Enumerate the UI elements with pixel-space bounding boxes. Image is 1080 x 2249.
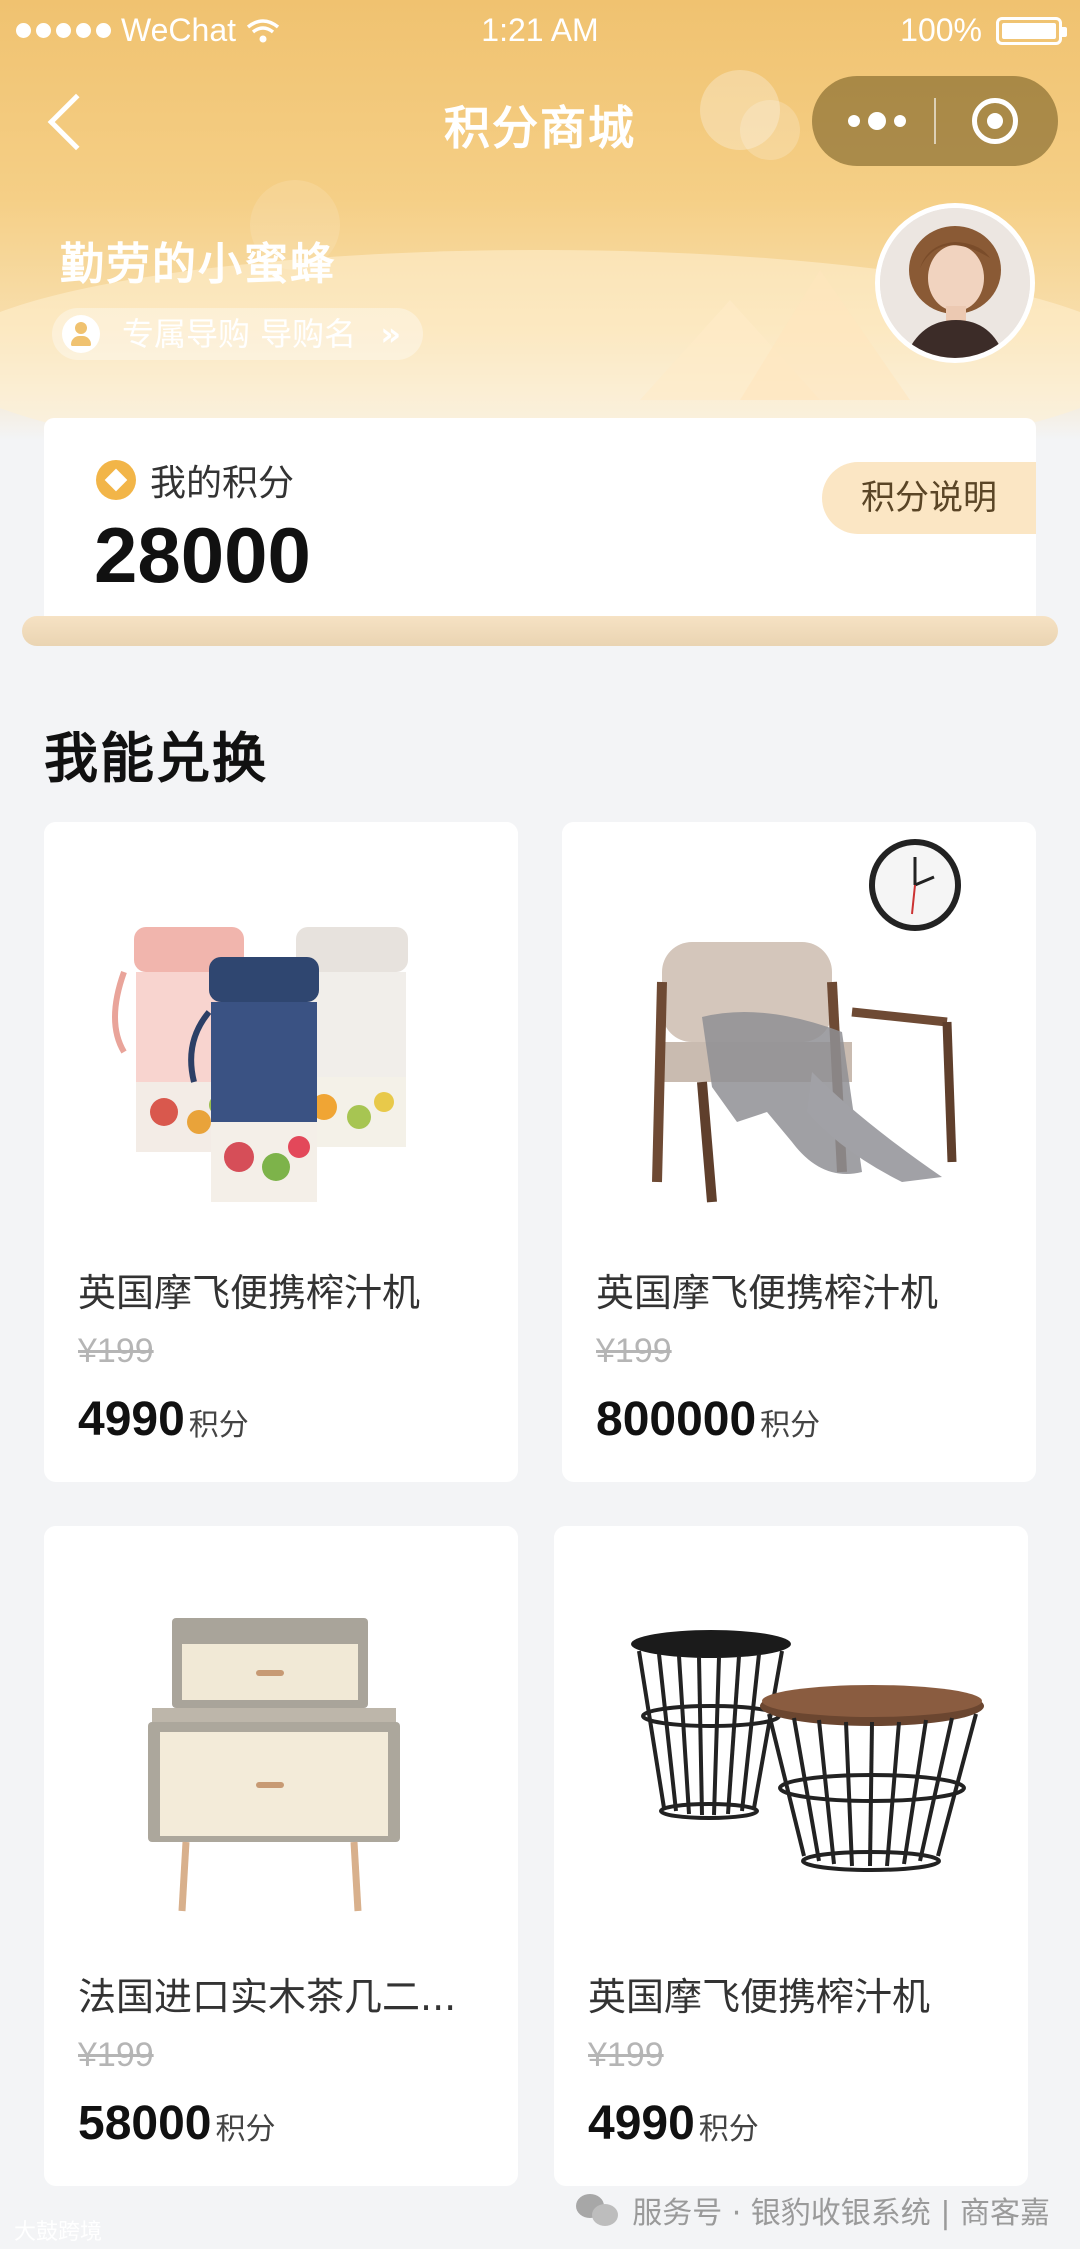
product-card[interactable]: 法国进口实木茶几二... ¥199 58000 积分 (44, 1526, 518, 2186)
points-coin-icon (96, 460, 136, 500)
points-card: 我的积分 28000 积分说明 (44, 418, 1036, 640)
product-name: 英国摩飞便携榨汁机 (78, 1271, 421, 1315)
points-price: 800000 积分 (596, 1393, 821, 1446)
close-mini-program-icon[interactable] (972, 98, 1018, 144)
navigation-bar: 积分商城 (0, 70, 1080, 180)
product-name: 英国摩飞便携榨汁机 (588, 1975, 931, 2019)
original-price: ¥199 (78, 1332, 154, 1370)
nightstand-image (44, 1526, 518, 1956)
points-price: 4990 积分 (78, 1393, 249, 1446)
battery-icon (996, 16, 1067, 45)
points-card-shelf (22, 616, 1058, 646)
section-title: 我能兑换 (44, 727, 268, 790)
watermark-right: 服务号 · 银豹收银系统 | 商客嘉 (576, 2188, 1050, 2232)
double-chevron-right-icon: » (380, 315, 402, 353)
armchair-with-clock-image (562, 822, 1036, 1252)
points-price: 4990 积分 (588, 2097, 759, 2150)
wire-side-tables-image (554, 1526, 1028, 1956)
mountain-decoration (640, 270, 910, 400)
points-value: 28000 (94, 511, 311, 599)
wechat-icon (576, 2192, 620, 2228)
avatar[interactable] (875, 203, 1035, 363)
exclusive-guide-button[interactable]: 专属导购 导购名 » (52, 308, 424, 360)
status-bar: WeChat 1:21 AM 100% (0, 0, 1080, 64)
points-help-button[interactable]: 积分说明 (822, 462, 1036, 534)
original-price: ¥199 (588, 2036, 664, 2074)
portable-blenders-image (44, 822, 518, 1252)
user-name: 勤劳的小蜜蜂 (60, 239, 336, 290)
product-card[interactable]: 英国摩飞便携榨汁机 ¥199 4990 积分 (554, 1526, 1028, 2186)
product-name: 法国进口实木茶几二... (78, 1975, 457, 2019)
battery-percent: 100% (900, 12, 982, 48)
person-icon (62, 315, 100, 353)
product-card[interactable]: 英国摩飞便携榨汁机 ¥199 800000 积分 (562, 822, 1036, 1482)
points-label: 我的积分 (150, 463, 295, 504)
guide-label: 专属导购 导购名 (122, 315, 357, 353)
product-card[interactable]: 英国摩飞便携榨汁机 ¥199 4990 积分 (44, 822, 518, 1482)
points-price: 58000 积分 (78, 2097, 276, 2150)
original-price: ¥199 (596, 1332, 672, 1370)
mini-program-capsule (812, 76, 1058, 166)
user-avatar-image (880, 208, 1030, 358)
product-name: 英国摩飞便携榨汁机 (596, 1271, 939, 1315)
original-price: ¥199 (78, 2036, 154, 2074)
watermark-left: 大鼓跨境 (14, 2220, 103, 2245)
more-options-icon[interactable] (848, 112, 906, 130)
